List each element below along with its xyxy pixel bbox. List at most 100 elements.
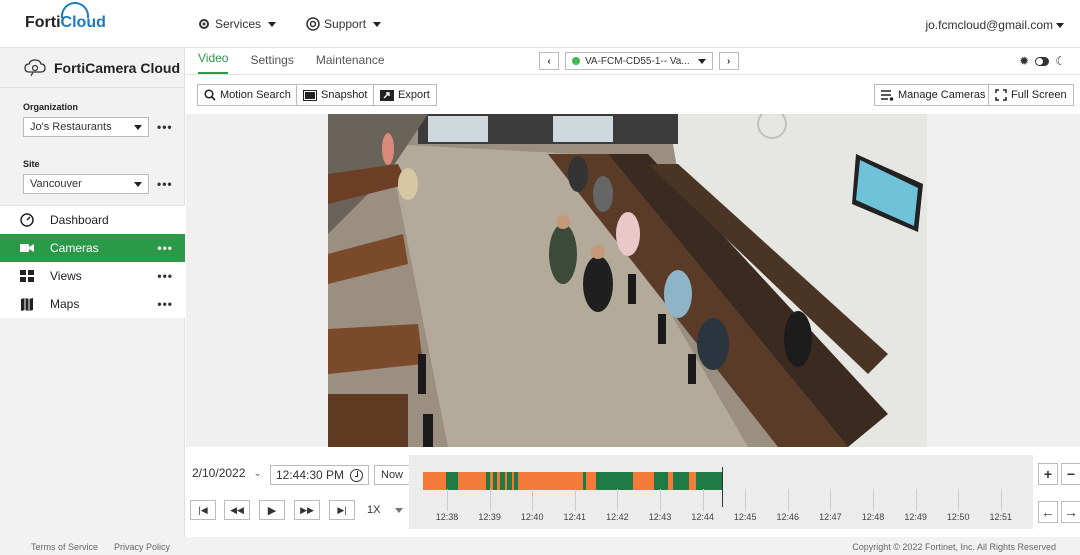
export-button[interactable]: Export [373, 84, 437, 106]
rewind-button[interactable]: ◀◀ [224, 500, 250, 520]
organization-select[interactable]: Jo's Restaurants [23, 117, 149, 137]
views-icon [20, 270, 34, 282]
organization-more-icon[interactable]: ••• [157, 120, 173, 134]
tab-maintenance[interactable]: Maintenance [316, 53, 385, 74]
user-email: jo.fcmcloud@gmail.com [925, 18, 1053, 32]
timeline-track[interactable]: 12:38 12:39 12:40 12:41 12:42 12:43 12:44 12:45… [409, 455, 1033, 529]
manage-cameras-button[interactable]: Manage Cameras [874, 84, 993, 106]
motion-search-button[interactable]: Motion Search [197, 84, 298, 106]
cloud-logo-icon [61, 2, 89, 18]
theme-toggle[interactable] [1035, 56, 1050, 66]
arrow-right-icon: → [1064, 504, 1078, 520]
timeline-tick [873, 489, 874, 511]
camera-cloud-icon [24, 58, 46, 76]
copyright-text: Copyright © 2022 Fortinet, Inc. All Righ… [852, 542, 1056, 552]
chevron-down-icon [395, 507, 404, 513]
plus-icon: + [1043, 466, 1053, 482]
site-select[interactable]: Vancouver [23, 174, 149, 194]
skip-end-icon: ▶| [337, 504, 347, 515]
support-menu[interactable]: Support [306, 17, 382, 31]
map-icon [20, 297, 34, 311]
zoom-in-button[interactable]: + [1038, 463, 1058, 485]
full-screen-button[interactable]: Full Screen [988, 84, 1074, 106]
logo-text-forti: Forti [25, 14, 61, 31]
top-bar: FortiCloud Services Support jo.fcmcloud@… [0, 0, 1080, 48]
terms-link[interactable]: Terms of Service [31, 542, 98, 552]
site-value: Vancouver [30, 178, 82, 190]
rewind-icon: ◀◀ [230, 504, 244, 515]
sidebar: FortiCamera Cloud Organization Jo's Rest… [0, 48, 185, 537]
fullscreen-icon [995, 89, 1007, 101]
user-menu[interactable]: jo.fcmcloud@gmail.com [925, 18, 1064, 32]
theme-switch[interactable]: ✹ ☾ [1019, 54, 1066, 68]
timeline-tick-label: 12:48 [861, 512, 885, 522]
sidebar-item-dashboard[interactable]: Dashboard [0, 206, 185, 234]
moon-icon: ☾ [1055, 54, 1066, 68]
timeline-tick [830, 489, 832, 511]
export-icon [380, 89, 394, 101]
recording-segment [517, 472, 583, 490]
fast-forward-button[interactable]: ▶▶ [294, 500, 320, 520]
timeline-tick [532, 489, 534, 511]
services-menu[interactable]: Services [197, 17, 277, 31]
zoom-out-button[interactable]: − [1061, 463, 1080, 485]
motion-segment [446, 472, 459, 490]
playback-speed-select[interactable]: 1X [367, 504, 404, 516]
timeline-tick-label: 12:41 [563, 512, 587, 522]
timeline-tick-label: 12:39 [478, 512, 501, 522]
timeline-tick-label: 12:49 [904, 512, 927, 522]
chevron-down-icon [134, 124, 142, 130]
now-button[interactable]: Now [374, 465, 411, 485]
cameras-more-icon[interactable]: ••• [157, 241, 173, 255]
forticloud-logo[interactable]: FortiCloud [25, 2, 106, 32]
play-icon: ▶ [267, 504, 277, 517]
support-icon [306, 17, 320, 31]
timeline-tick-label: 12:40 [520, 512, 544, 522]
sidebar-item-views[interactable]: Views ••• [0, 262, 185, 290]
timeline-tick [617, 489, 619, 511]
video-toolbar: Motion Search Snapshot Export Manage Cam… [186, 75, 1080, 114]
next-camera-button[interactable]: › [718, 52, 739, 70]
time-picker[interactable]: 12:44:30 PM [270, 465, 370, 485]
tab-video[interactable]: Video [198, 51, 229, 74]
chevron-down-icon [697, 58, 706, 64]
restaurant-video-frame [328, 114, 927, 447]
views-more-icon[interactable]: ••• [157, 269, 173, 283]
maps-more-icon[interactable]: ••• [157, 297, 173, 311]
organization-label: Organization [23, 102, 79, 112]
skip-start-button[interactable]: |◀ [190, 500, 216, 520]
snapshot-icon [303, 89, 317, 101]
snapshot-button[interactable]: Snapshot [296, 84, 375, 106]
timeline-tick [447, 489, 448, 511]
sidebar-item-maps[interactable]: Maps ••• [0, 290, 185, 318]
camera-dropdown[interactable]: VA-FCM-CD55-1-- Va... [565, 52, 713, 70]
tab-settings[interactable]: Settings [250, 53, 293, 74]
site-label: Site [23, 159, 40, 169]
organization-value: Jo's Restaurants [30, 121, 112, 133]
play-button[interactable]: ▶ [259, 500, 285, 520]
skip-start-icon: |◀ [198, 504, 208, 515]
privacy-link[interactable]: Privacy Policy [114, 542, 170, 552]
online-status-icon [572, 57, 580, 65]
services-icon [199, 19, 209, 29]
snapshot-label: Snapshot [321, 89, 368, 101]
playback-timeline: 2/10/2022 ⌄ 12:44:30 PM Now |◀ ◀◀ ▶ ▶▶ ▶… [186, 455, 1080, 529]
footer: Terms of Service Privacy Policy Copyrigh… [0, 537, 1080, 555]
previous-camera-button[interactable]: ‹ [539, 52, 559, 70]
app-title-text: FortiCamera Cloud [54, 59, 181, 76]
scroll-right-button[interactable]: → [1061, 501, 1080, 523]
camera-video-feed[interactable] [328, 114, 927, 447]
date-picker[interactable]: 2/10/2022 ⌄ [192, 466, 262, 480]
timeline-tick [574, 489, 576, 511]
skip-end-button[interactable]: ▶| [329, 500, 355, 520]
sidebar-item-cameras[interactable]: Cameras ••• [0, 234, 185, 262]
timeline-tick-label: 12:43 [648, 512, 672, 522]
motion-segment [696, 472, 722, 490]
scroll-left-button[interactable]: ← [1038, 501, 1058, 523]
sidebar-item-label: Views [50, 269, 82, 283]
top-nav: Services Support [197, 17, 382, 31]
motion-segment [672, 472, 690, 490]
list-settings-icon [881, 89, 894, 101]
site-more-icon[interactable]: ••• [157, 177, 173, 191]
timeline-tick-label: 12:45 [733, 512, 757, 522]
